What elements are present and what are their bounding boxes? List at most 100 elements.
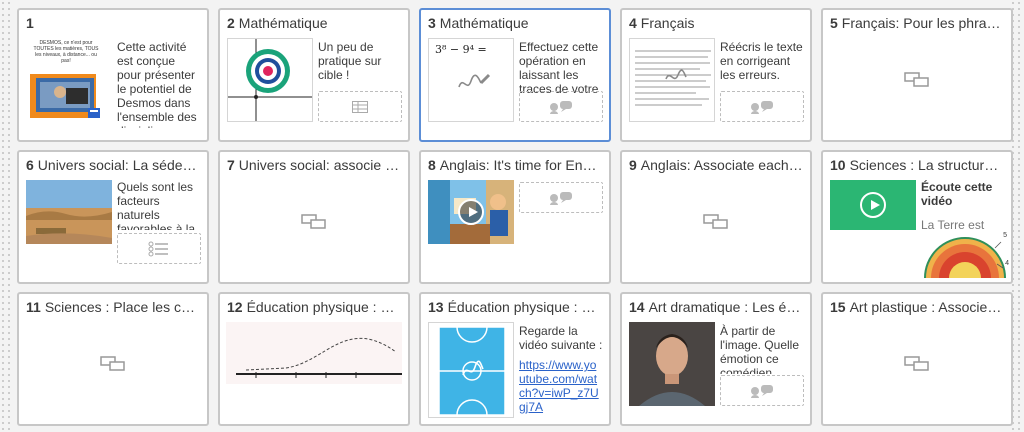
card-title: 7Univers social: associe chaque [227, 157, 402, 173]
card-title-text: Sciences : La structure interne [849, 157, 1005, 173]
text-document-thumbnail [629, 38, 715, 122]
card-title: 15Art plastique : Associez chaque [830, 299, 1005, 315]
card-title: 1 [26, 15, 201, 31]
card-number: 15 [830, 299, 846, 315]
card-title: 8 Anglais: It's time for English [428, 157, 603, 173]
card-title: 5 Français: Pour les phrases [830, 15, 1005, 31]
card-description: Regarde la vidéo suivante : https://www.… [519, 324, 603, 414]
card-title-text: Art dramatique : Les émotions [648, 299, 804, 315]
screen-card-4[interactable]: 4 Français Réécris le texte en corrigeant… [620, 8, 812, 142]
screen-grid: 1 DESMOS, ce n'est pour TOUTES les matiè… [17, 8, 1013, 426]
sketch-thumbnail: 3⁸ − 9⁴ = [428, 38, 514, 122]
card-number: 10 [830, 157, 846, 173]
card-number: 13 [428, 299, 444, 315]
slides-icon [100, 356, 125, 371]
trajectory-image [226, 322, 402, 384]
earth-layers-diagram [924, 237, 1006, 278]
card-title: 9Anglais: Associate each image [629, 157, 804, 173]
card-number: 1 [26, 15, 34, 31]
comment-icon [550, 191, 572, 205]
card-title-text: Français [640, 15, 695, 31]
diagram-label-4: 4 [1005, 260, 1009, 267]
card-number: 5 [830, 15, 838, 31]
card-number: 9 [629, 157, 637, 173]
card-title-text: Mathématique [439, 15, 529, 31]
card-number: 2 [227, 15, 235, 31]
description-extra: La Terre est [921, 218, 985, 232]
card-number: 4 [629, 15, 637, 31]
card-title: 3 Mathématique [428, 15, 603, 31]
left-background-pattern [0, 0, 14, 432]
screen-card-3[interactable]: 3 Mathématique 3⁸ − 9⁴ = Effectuez cette … [419, 8, 611, 142]
screen-card-8[interactable]: 8 Anglais: It's time for English [419, 150, 611, 284]
card-title-text: Anglais: Associate each image [640, 157, 804, 173]
card-title-text: Univers social: La sédentarisation [37, 157, 201, 173]
card-title-text: Français: Pour les phrases [841, 15, 1005, 31]
screen-card-11[interactable]: 11Sciences : Place les couches [17, 292, 209, 426]
target-graph-thumbnail [227, 38, 313, 122]
description-text: Regarde la vidéo suivante : [519, 324, 603, 352]
card-title: 6Univers social: La sédentarisation [26, 157, 201, 173]
screen-card-12[interactable]: 12 Éducation physique : Quel [218, 292, 410, 426]
card-number: 12 [227, 299, 243, 315]
sketch-pen-icon [458, 73, 491, 88]
comment-response-area[interactable] [519, 91, 603, 122]
thumb-caption: DESMOS, ce n'est pour TOUTES les matière… [33, 40, 99, 64]
card-number: 6 [26, 157, 34, 173]
play-icon[interactable] [860, 192, 886, 218]
card-title-text: Éducation physique : Pour [447, 299, 603, 315]
screen-card-1[interactable]: 1 DESMOS, ce n'est pour TOUTES les matiè… [17, 8, 209, 142]
card-number: 14 [629, 299, 645, 315]
screen-card-6[interactable]: 6Univers social: La sédentarisation Quel… [17, 150, 209, 284]
slides-icon [904, 72, 929, 87]
screen-card-7[interactable]: 7Univers social: associe chaque [218, 150, 410, 284]
card-number: 3 [428, 15, 436, 31]
card-title-text: Éducation physique : Quel [246, 299, 402, 315]
card-thumbnail: DESMOS, ce n'est pour TOUTES les matière… [26, 38, 112, 122]
card-title: 12 Éducation physique : Quel [227, 299, 402, 315]
screen-card-10[interactable]: 10Sciences : La structure interne Écoute… [821, 150, 1013, 284]
comment-icon [751, 384, 773, 398]
card-title-text: Univers social: associe chaque [238, 157, 402, 173]
card-description: Quels sont les facteurs naturels favorab… [117, 180, 196, 230]
card-title: 10Sciences : La structure interne [830, 157, 1005, 173]
slides-icon [301, 214, 326, 229]
card-title-text: Anglais: It's time for English [439, 157, 603, 173]
screen-card-15[interactable]: 15Art plastique : Associez chaque [821, 292, 1013, 426]
screen-card-2[interactable]: 2 Mathématique Un peu de pratique sur cib… [218, 8, 410, 142]
video-thumbnail[interactable] [428, 180, 514, 244]
slides-icon [703, 214, 728, 229]
card-description: Cette activité est conçue pour présenter… [117, 40, 197, 128]
slides-icon [904, 356, 929, 371]
video-link[interactable]: https://www.youtube.com/watch?v=iwP_z7Ug… [519, 358, 603, 414]
card-title-text: Sciences : Place les couches [44, 299, 201, 315]
comment-response-area[interactable] [720, 91, 804, 122]
card-number: 7 [227, 157, 235, 173]
card-title: 11Sciences : Place les couches [26, 299, 201, 315]
screen-card-9[interactable]: 9Anglais: Associate each image [620, 150, 812, 284]
card-description: Un peu de pratique sur cible ! [318, 40, 382, 82]
card-title: 13 Éducation physique : Pour [428, 299, 603, 315]
screen-card-5[interactable]: 5 Français: Pour les phrases [821, 8, 1013, 142]
comment-icon [550, 100, 572, 114]
card-title: 14Art dramatique : Les émotions [629, 299, 804, 315]
card-title: 4 Français [629, 15, 804, 31]
landscape-photo [26, 180, 112, 244]
choice-response-area[interactable] [117, 233, 201, 264]
card-title: 2 Mathématique [227, 15, 402, 31]
portrait-photo [629, 322, 715, 406]
play-icon[interactable] [458, 199, 484, 225]
card-title-text: Mathématique [238, 15, 328, 31]
video-thumbnail[interactable] [830, 180, 916, 230]
card-number: 11 [26, 299, 41, 315]
table-response-area[interactable] [318, 91, 402, 122]
list-icon [148, 241, 168, 256]
table-icon [352, 100, 368, 113]
diagram-label-5: 5 [1003, 232, 1007, 239]
card-title-text: Art plastique : Associez chaque [849, 299, 1005, 315]
screen-card-14[interactable]: 14Art dramatique : Les émotions À partir… [620, 292, 812, 426]
court-thumbnail [428, 322, 514, 418]
screen-card-13[interactable]: 13 Éducation physique : Pour Regarde la v… [419, 292, 611, 426]
comment-response-area[interactable] [519, 182, 603, 213]
comment-response-area[interactable] [720, 375, 804, 406]
